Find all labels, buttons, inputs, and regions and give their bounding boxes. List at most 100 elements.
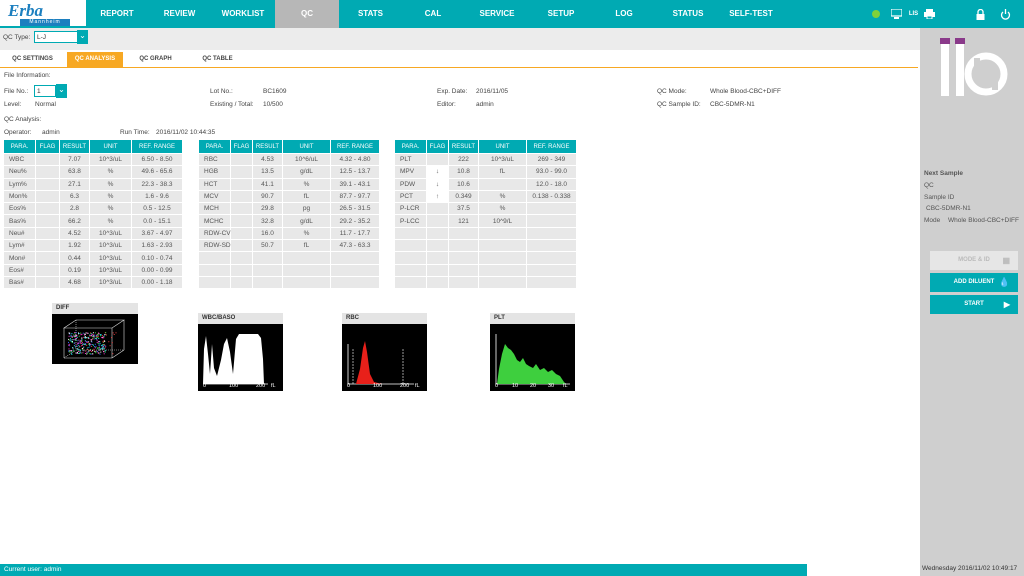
scatter-dot — [99, 341, 101, 343]
network-icon[interactable] — [890, 8, 903, 19]
result-cell: 13.5 — [252, 165, 283, 179]
unit-cell — [282, 275, 331, 290]
scatter-dot — [94, 332, 96, 334]
result-cell — [448, 251, 479, 265]
plt-table: PARA. FLAG RESULT UNIT REF. RANGE PLT 222 10^3/… — [394, 139, 577, 290]
table-row — [198, 251, 380, 265]
flag-cell — [230, 226, 253, 241]
header-flag: FLAG — [35, 139, 60, 154]
scatter-dot — [89, 335, 91, 337]
scatter-dot — [85, 332, 87, 334]
plt-tick-10: 10 — [512, 383, 519, 389]
scatter-dot — [81, 333, 83, 335]
nav-service[interactable]: SERVICE — [464, 0, 530, 28]
scatter-dot — [81, 340, 82, 342]
nav-review[interactable]: REVIEW — [148, 0, 211, 28]
unit-cell: % — [89, 165, 132, 179]
tab-qc-graph[interactable]: QC GRAPH — [128, 52, 183, 67]
plt-tick-0: 0 — [495, 383, 499, 389]
nav-worklist[interactable]: WORKLIST — [211, 0, 275, 28]
range-cell: 47.3 - 63.3 — [330, 239, 380, 253]
product-logo-icon — [940, 38, 1008, 96]
scatter-dot — [68, 344, 70, 346]
scatter-dot — [77, 340, 79, 342]
nav-cal[interactable]: CAL — [402, 0, 464, 28]
range-cell — [526, 202, 577, 216]
chevron-down-icon[interactable]: ⌄ — [77, 30, 88, 44]
nav-status[interactable]: STATUS — [656, 0, 720, 28]
scatter-dot — [85, 350, 86, 352]
unit-cell: % — [282, 177, 331, 191]
scatter-dot — [94, 347, 96, 349]
nav-log[interactable]: LOG — [592, 0, 656, 28]
scatter-dot — [78, 339, 80, 341]
table-row: Neu# 4.52 10^3/uL 3.67 - 4.97 — [3, 226, 183, 241]
nav-qc[interactable]: QC — [275, 0, 339, 28]
file-no-label: File No.: — [4, 88, 29, 95]
param-cell — [394, 251, 427, 265]
tab-qc-settings[interactable]: QC SETTINGS — [5, 52, 60, 67]
start-button[interactable]: START ▶ — [930, 295, 1018, 314]
scatter-dot — [97, 352, 99, 354]
run-time-label: Run Time: — [120, 129, 150, 136]
scatter-dot — [68, 350, 70, 352]
unit-cell: 10^3/uL — [89, 275, 132, 290]
scatter-dot — [91, 345, 93, 347]
param-cell: PLT — [394, 152, 427, 167]
header-unit: UNIT — [478, 139, 527, 154]
scatter-dot — [105, 349, 107, 351]
language-icon[interactable]: LIS — [908, 9, 919, 19]
mode-id-button[interactable]: MODE & ID ▦ — [930, 251, 1018, 270]
scatter-dot — [105, 334, 107, 336]
scatter-dot — [69, 332, 71, 334]
lock-icon[interactable] — [975, 8, 986, 20]
add-diluent-button[interactable]: ADD DILUENT 💧 — [930, 273, 1018, 292]
scatter-dot — [103, 351, 104, 353]
scatter-dot — [102, 344, 103, 346]
nav-self-test[interactable]: SELF-TEST — [720, 0, 782, 28]
nav-stats[interactable]: STATS — [339, 0, 402, 28]
nav-setup[interactable]: SETUP — [530, 0, 592, 28]
scatter-dot — [86, 353, 88, 354]
tab-qc-table[interactable]: QC TABLE — [190, 52, 245, 67]
grid-icon: ▦ — [1002, 256, 1010, 265]
scatter-dot — [84, 353, 86, 354]
unit-cell: fL — [282, 239, 331, 253]
range-cell: 1.63 - 2.93 — [131, 239, 183, 253]
scatter-dot — [83, 346, 85, 348]
scatter-dot — [98, 344, 100, 346]
flag-cell — [230, 251, 253, 265]
qc-type-select[interactable]: L-J — [34, 31, 78, 43]
range-cell — [526, 214, 577, 228]
tab-qc-analysis[interactable]: QC ANALYSIS — [67, 52, 123, 67]
file-chevron-down-icon[interactable]: ⌄ — [56, 84, 67, 98]
run-time-value: 2016/11/02 10:44:35 — [156, 129, 216, 136]
unit-cell: % — [282, 226, 331, 241]
scatter-dot — [97, 336, 99, 338]
diff-scattergram: DIFF — [52, 303, 138, 364]
scatter-dot — [87, 336, 89, 338]
table-row: Eos# 0.19 10^3/uL 0.00 - 0.99 — [3, 263, 183, 277]
scatter-dot — [71, 341, 73, 343]
unit-cell: g/dL — [282, 165, 331, 179]
flag-cell: ↑ — [426, 189, 449, 204]
scatter-dot — [95, 338, 97, 339]
param-cell: MCHC — [198, 214, 231, 228]
range-cell: 0.0 - 15.1 — [131, 214, 183, 228]
nav-report[interactable]: REPORT — [86, 0, 148, 28]
unit-cell — [478, 226, 527, 241]
param-cell: HCT — [198, 177, 231, 191]
flag-cell — [35, 202, 60, 216]
scatter-dot — [87, 341, 89, 343]
scatter-dot — [98, 332, 100, 334]
range-cell: 0.00 - 0.99 — [131, 263, 183, 277]
power-icon[interactable] — [1000, 9, 1011, 20]
scatter-dot — [80, 343, 82, 345]
scatter-dot — [92, 336, 94, 338]
range-cell: 93.0 - 99.0 — [526, 165, 577, 179]
flag-cell: ↓ — [426, 177, 449, 191]
flag-cell — [35, 152, 60, 167]
file-no-select[interactable]: 1 — [34, 85, 56, 97]
table-row: MCH 29.8 pg 26.5 - 31.5 — [198, 202, 380, 216]
printer-icon[interactable] — [924, 9, 935, 20]
